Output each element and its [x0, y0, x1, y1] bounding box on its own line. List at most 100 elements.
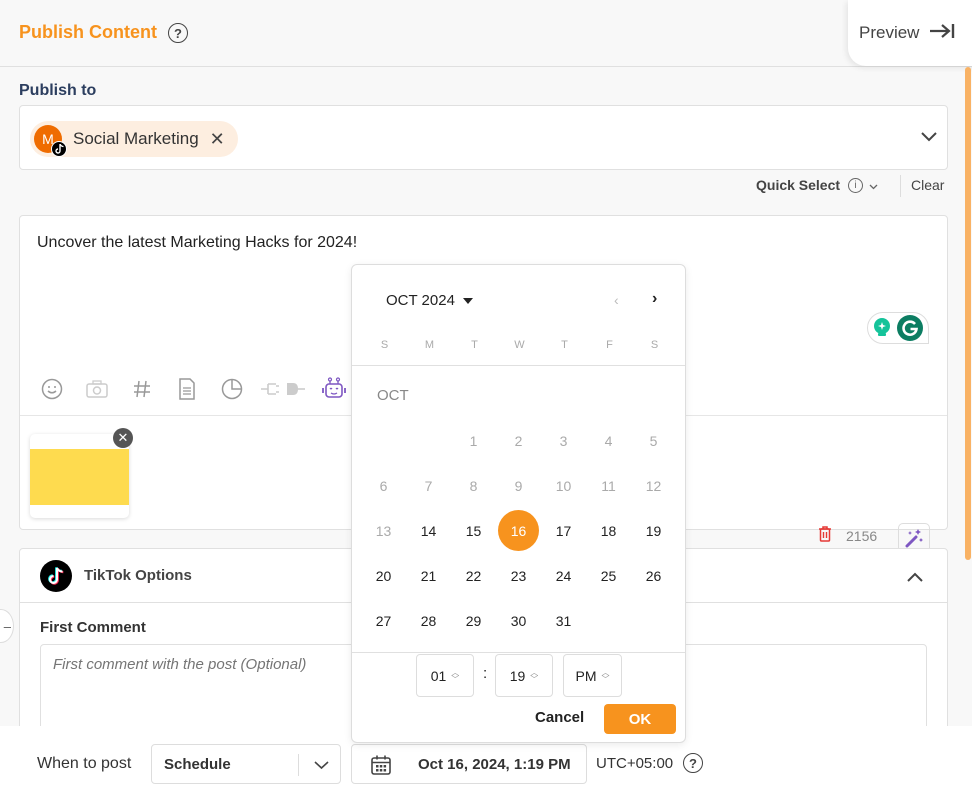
- schedule-type-select[interactable]: Schedule: [151, 744, 341, 784]
- robot-icon[interactable]: [322, 377, 346, 401]
- remove-media-icon[interactable]: ✕: [113, 428, 133, 448]
- document-icon[interactable]: [175, 377, 199, 401]
- account-name: Social Marketing: [73, 129, 199, 148]
- month-year-dropdown[interactable]: OCT 2024: [386, 292, 473, 309]
- minute-spinner[interactable]: 19 ︿ ﹀: [495, 654, 553, 697]
- collapse-handle[interactable]: –: [0, 609, 14, 643]
- schedule-date-value: Oct 16, 2024, 1:19 PM: [418, 756, 571, 773]
- calendar-day[interactable]: 23: [496, 553, 541, 598]
- calendar-day[interactable]: 18: [586, 508, 631, 553]
- pie-chart-icon[interactable]: [220, 377, 244, 401]
- hour-spinner[interactable]: 01 ︿ ﹀: [416, 654, 474, 697]
- thumbnail-image: [30, 449, 129, 505]
- calendar-day[interactable]: 22: [451, 553, 496, 598]
- spinner-arrows-icon: ︿ ﹀: [601, 667, 610, 684]
- question-circle-icon[interactable]: ?: [168, 23, 188, 43]
- calendar-day: 1: [451, 418, 496, 463]
- calendar-day-number: 6: [379, 477, 388, 494]
- calendar-day[interactable]: 24: [541, 553, 586, 598]
- calendar-day: 11: [586, 463, 631, 508]
- calendar-day-number: 17: [555, 522, 572, 539]
- trash-icon[interactable]: [818, 526, 832, 547]
- scrollbar[interactable]: [965, 67, 971, 560]
- quick-select-button[interactable]: Quick Select i: [756, 177, 878, 193]
- media-thumbnail[interactable]: ✕: [30, 428, 133, 518]
- month-year-label: OCT 2024: [386, 292, 455, 309]
- calendar-day[interactable]: 15: [451, 508, 496, 553]
- calendar-day[interactable]: 26: [631, 553, 676, 598]
- cancel-button[interactable]: Cancel: [535, 709, 584, 726]
- chevron-down-icon: [314, 757, 329, 775]
- calendar-day-number: 24: [555, 567, 572, 584]
- calendar-day-number: 14: [420, 522, 437, 539]
- character-count: 2156: [846, 528, 878, 544]
- emoji-icon[interactable]: [40, 377, 64, 401]
- post-text[interactable]: Uncover the latest Marketing Hacks for 2…: [37, 234, 357, 252]
- calendar-day[interactable]: 14: [406, 508, 451, 553]
- calendar-day[interactable]: 30: [496, 598, 541, 643]
- weekday-label: S: [380, 339, 389, 351]
- chevron-up-icon[interactable]: [907, 569, 923, 587]
- calendar-day-number: 18: [600, 522, 617, 539]
- grammarly-widget[interactable]: [867, 312, 929, 344]
- calendar-day: 2: [496, 418, 541, 463]
- calendar-day-number: 2: [514, 432, 523, 449]
- calendar-day-number: 7: [424, 477, 433, 494]
- calendar-empty-cell: [361, 418, 406, 463]
- calendar-day: 3: [541, 418, 586, 463]
- ok-button[interactable]: OK: [604, 704, 676, 734]
- preview-button[interactable]: Preview: [848, 0, 972, 66]
- calendar-day: 13: [361, 508, 406, 553]
- date-picker-popup: OCT 2024 ‹ › S M T W T F S OCT 123456789…: [351, 264, 686, 743]
- calendar-day[interactable]: 27: [361, 598, 406, 643]
- info-icon[interactable]: i: [848, 177, 864, 193]
- calendar-day[interactable]: 31: [541, 598, 586, 643]
- plug-icon[interactable]: [260, 377, 306, 401]
- schedule-date-field[interactable]: Oct 16, 2024, 1:19 PM: [351, 744, 587, 784]
- calendar-day-number: 9: [514, 477, 523, 494]
- calendar-day-number: 27: [375, 612, 392, 629]
- chevron-down-icon[interactable]: [921, 129, 937, 147]
- hour-value: 01: [430, 667, 447, 684]
- calendar-day[interactable]: 25: [586, 553, 631, 598]
- weekday-label: T: [471, 339, 478, 351]
- tiktok-icon: [40, 560, 72, 592]
- question-circle-icon[interactable]: ?: [683, 753, 703, 773]
- spinner-arrows-icon: ︿ ﹀: [451, 667, 460, 684]
- when-to-post-label: When to post: [37, 755, 132, 772]
- calendar-day: 9: [496, 463, 541, 508]
- tiktok-icon: [51, 141, 67, 157]
- remove-chip-icon[interactable]: ✕: [210, 129, 225, 150]
- calendar-day-selected[interactable]: 16: [496, 508, 541, 553]
- calendar-day[interactable]: 17: [541, 508, 586, 553]
- ampm-spinner[interactable]: PM ︿ ﹀: [563, 654, 622, 697]
- account-select[interactable]: M Social Marketing ✕: [19, 105, 948, 170]
- calendar-day[interactable]: 19: [631, 508, 676, 553]
- weekday-label: M: [424, 339, 435, 351]
- divider: [352, 652, 685, 653]
- hashtag-icon[interactable]: [130, 377, 154, 401]
- calendar-day[interactable]: 20: [361, 553, 406, 598]
- timezone-label: UTC+05:00: [596, 755, 674, 772]
- account-chip: M Social Marketing ✕: [30, 121, 238, 157]
- calendar-day[interactable]: 28: [406, 598, 451, 643]
- divider: [298, 754, 299, 776]
- month-label: OCT: [377, 387, 409, 404]
- previous-month-button[interactable]: ‹: [614, 292, 619, 308]
- weekday-header: S M T W T F S: [362, 339, 677, 351]
- calendar-day[interactable]: 29: [451, 598, 496, 643]
- calendar-day: 7: [406, 463, 451, 508]
- header: Publish Content ?: [0, 0, 972, 67]
- next-month-button[interactable]: ›: [652, 290, 657, 308]
- camera-icon[interactable]: [85, 377, 109, 401]
- time-separator: :: [483, 665, 488, 682]
- calendar-day-number: 21: [420, 567, 437, 584]
- chevron-down-icon: [869, 177, 878, 193]
- calendar-day-number: 15: [465, 522, 482, 539]
- weekday-label: T: [561, 339, 568, 351]
- calendar-day-number: 19: [645, 522, 662, 539]
- calendar-day[interactable]: 21: [406, 553, 451, 598]
- divider: [900, 175, 901, 197]
- clear-button[interactable]: Clear: [911, 177, 944, 193]
- calendar-day: 5: [631, 418, 676, 463]
